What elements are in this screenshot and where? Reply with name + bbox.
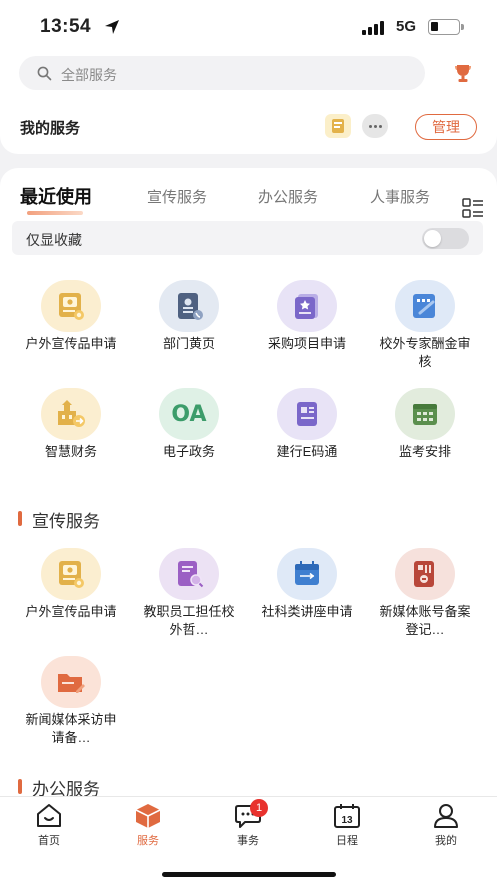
- manage-button[interactable]: 管理: [415, 114, 477, 140]
- service-cube-icon: [135, 804, 161, 828]
- tab-hr[interactable]: 人事服务: [370, 186, 430, 207]
- favorites-filter-row: 仅显收藏: [12, 221, 483, 255]
- status-time: 13:54: [40, 16, 92, 37]
- profile-icon: [434, 804, 458, 828]
- service-label: 教职员工担任校外哲…: [143, 604, 235, 637]
- calendar-grid-icon: [395, 388, 455, 440]
- location-arrow-icon: [105, 20, 119, 34]
- service-label: 校外专家酬金审核: [379, 336, 471, 369]
- status-bar: 13:54 5G: [0, 0, 497, 52]
- service-label: 监考安排: [398, 444, 451, 459]
- nav-label: 服务: [137, 835, 159, 847]
- home-icon: [37, 804, 61, 827]
- nav-affairs[interactable]: 1 事务: [218, 799, 278, 848]
- id-card-icon: [277, 388, 337, 440]
- contacts-book-icon: [159, 280, 219, 332]
- service-label: 电子政务: [162, 444, 215, 459]
- network-type: 5G: [396, 18, 417, 35]
- nav-schedule[interactable]: 13 日程: [317, 803, 377, 848]
- favorites-filter-label: 仅显收藏: [26, 232, 82, 248]
- service-label: 采购项目申请: [267, 336, 346, 351]
- tab-office[interactable]: 办公服务: [258, 186, 318, 207]
- media-account-icon: [395, 548, 455, 600]
- lecture-calendar-icon: [277, 548, 337, 600]
- nav-label: 事务: [237, 835, 259, 847]
- calendar-icon: 13: [334, 804, 360, 828]
- nav-service[interactable]: 服务: [118, 803, 178, 848]
- svg-text:13: 13: [341, 815, 353, 826]
- nav-mine[interactable]: 我的: [416, 803, 476, 848]
- nav-label: 首页: [38, 835, 60, 847]
- promo-certificate-icon: [41, 548, 101, 600]
- finance-building-icon: [41, 388, 101, 440]
- service-label: 户外宣传品申请: [25, 604, 117, 619]
- list-menu-icon[interactable]: [462, 198, 484, 218]
- search-input[interactable]: 全部服务: [19, 56, 425, 90]
- home-indicator: [162, 872, 336, 877]
- signal-icon: [362, 21, 388, 35]
- active-tab-indicator: [27, 211, 83, 215]
- favorites-toggle[interactable]: [422, 228, 469, 249]
- promo-certificate-icon: [41, 280, 101, 332]
- search-placeholder: 全部服务: [61, 67, 117, 83]
- folder-edit-icon: [41, 656, 101, 708]
- tab-promo[interactable]: 宣传服务: [147, 186, 207, 207]
- notification-badge: 1: [250, 799, 268, 817]
- header-card: 全部服务 我的服务 管理: [0, 52, 497, 154]
- service-label: 社科类讲座申请: [261, 604, 353, 619]
- service-label: 建行E码通: [276, 444, 338, 459]
- favorite-service-icon[interactable]: [325, 114, 351, 138]
- services-panel: 最近使用 宣传服务 办公服务 人事服务 仅显收藏 户外宣传品申请 部门黄页 采购…: [0, 168, 497, 796]
- tab-recent[interactable]: 最近使用: [20, 183, 92, 209]
- nav-label: 日程: [336, 835, 358, 847]
- section-title: 宣传服务: [32, 512, 100, 531]
- search-icon: [37, 66, 52, 81]
- my-services-title: 我的服务: [20, 120, 81, 137]
- trophy-icon[interactable]: [452, 62, 474, 84]
- service-label: 部门黄页: [162, 336, 215, 351]
- nav-home[interactable]: 首页: [19, 803, 79, 848]
- nav-label: 我的: [435, 835, 457, 847]
- service-label: 户外宣传品申请: [25, 336, 117, 351]
- bottom-nav: 首页 服务 1 事务 13 日程 我的: [0, 796, 497, 883]
- purchase-document-icon: [277, 280, 337, 332]
- more-icon[interactable]: [362, 114, 388, 138]
- service-label: 新闻媒体采访申请备…: [25, 712, 117, 745]
- battery-icon: [428, 19, 464, 35]
- approval-form-icon: [395, 280, 455, 332]
- service-label: 新媒体账号备案登记…: [379, 604, 471, 637]
- service-label: 智慧财务: [44, 444, 97, 459]
- oa-text-icon: OA: [159, 388, 219, 440]
- document-search-icon: [159, 548, 219, 600]
- section-title: 办公服务: [32, 780, 100, 796]
- oa-text: OA: [171, 401, 207, 427]
